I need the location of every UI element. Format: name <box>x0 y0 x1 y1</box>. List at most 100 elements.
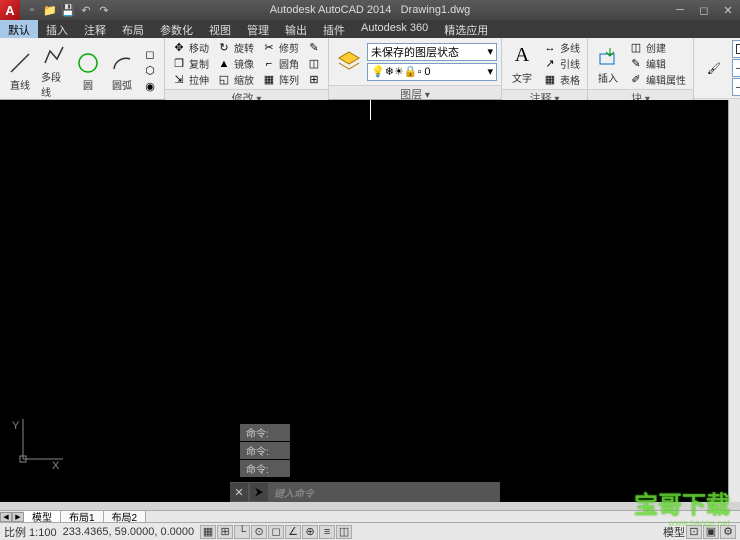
leader-button[interactable]: ↗引线 <box>540 56 583 71</box>
qp-toggle[interactable]: ◫ <box>336 525 352 539</box>
draw-misc3[interactable]: ◉ <box>140 79 160 94</box>
rotate-button[interactable]: ↻旋转 <box>214 40 257 55</box>
trim-button[interactable]: ✂修剪 <box>259 40 302 55</box>
command-input[interactable]: 键入命令 <box>274 485 500 500</box>
fillet-button[interactable]: ⌐圆角 <box>259 56 302 71</box>
copy-button[interactable]: ❐复制 <box>169 56 212 71</box>
grid-toggle[interactable]: ⊞ <box>217 525 233 539</box>
qat-undo-icon[interactable]: ↶ <box>78 2 94 18</box>
tab-output[interactable]: 输出 <box>277 20 315 38</box>
model-tabs-bar: ◀ ▶ 模型 布局1 布局2 <box>0 510 740 522</box>
layer-current-combo[interactable]: 💡❄☀🔒▫ 0▾ <box>367 63 497 81</box>
tab-annotate[interactable]: 注释 <box>76 20 114 38</box>
tab-layout1[interactable]: 布局1 <box>61 511 104 523</box>
tab-parametric[interactable]: 参数化 <box>152 20 201 38</box>
tab-scroll-right[interactable]: ▶ <box>12 512 24 522</box>
tab-plugins[interactable]: 插件 <box>315 20 353 38</box>
snap-toggle[interactable]: ▦ <box>200 525 216 539</box>
block-edit-button[interactable]: ✎编辑 <box>626 56 689 71</box>
statusbar: 比例 1:100 233.4365, 59.0000, 0.0000 ▦ ⊞ └… <box>0 522 740 540</box>
scale-button[interactable]: ◱缩放 <box>214 72 257 87</box>
line-button[interactable]: 直线 <box>4 48 36 94</box>
mline-button[interactable]: ↔多线 <box>540 40 583 55</box>
layers-icon <box>336 49 362 75</box>
window-title: Autodesk AutoCAD 2014 Drawing1.dwg <box>270 4 471 16</box>
tab-scroll-left[interactable]: ◀ <box>0 512 12 522</box>
maximize-button[interactable]: ◻ <box>692 2 716 18</box>
trim-icon: ✂ <box>262 41 276 55</box>
polyline-button[interactable]: 多段线 <box>38 40 70 101</box>
qat-save-icon[interactable]: 💾 <box>60 2 76 18</box>
tab-layout2[interactable]: 布局2 <box>104 511 147 523</box>
tab-a360[interactable]: Autodesk 360 <box>353 20 436 38</box>
tab-manage[interactable]: 管理 <box>239 20 277 38</box>
mirror-icon: ▲ <box>217 57 231 71</box>
dyn-toggle[interactable]: ⊕ <box>302 525 318 539</box>
panel-modify: ✥移动 ❐复制 ⇲拉伸 ↻旋转 ▲镜像 ◱缩放 ✂修剪 ⌐圆角 ▦阵列 ✎ ◫ … <box>165 38 329 99</box>
array-icon: ▦ <box>262 73 276 87</box>
table-button[interactable]: ▦表格 <box>540 72 583 87</box>
layer-state-combo[interactable]: 未保存的图层状态▾ <box>367 43 497 61</box>
layer-properties-button[interactable] <box>333 47 365 77</box>
insert-block-button[interactable]: 插入 <box>592 41 624 87</box>
mirror-button[interactable]: ▲镜像 <box>214 56 257 71</box>
ribbon-tabs: 默认 插入 注释 布局 参数化 视图 管理 输出 插件 Autodesk 360… <box>0 20 740 38</box>
polyline-icon <box>41 42 67 68</box>
tab-default[interactable]: 默认 <box>0 20 38 38</box>
viewcube[interactable] <box>682 108 722 148</box>
block-editattr-button[interactable]: ✐编辑属性 <box>626 72 689 87</box>
watermark-url: www.baoge.net <box>668 518 730 528</box>
watermark: 宝哥下载 <box>634 485 730 520</box>
tab-featured[interactable]: 精选应用 <box>436 20 496 38</box>
ortho-toggle[interactable]: └ <box>234 525 250 539</box>
draw-misc2[interactable]: ⬡ <box>140 63 160 78</box>
polar-toggle[interactable]: ⊙ <box>251 525 267 539</box>
scale-icon: ◱ <box>217 73 231 87</box>
modify-misc3[interactable]: ⊞ <box>304 72 324 87</box>
modify-misc1[interactable]: ✎ <box>304 40 324 55</box>
cursor-icon <box>370 100 371 120</box>
ribbon: 直线 多段线 圆 圆弧 ◻ ⬡ ◉ 绘图 ▾ <box>0 38 740 100</box>
circle-icon <box>75 50 101 76</box>
block-create-button[interactable]: ◫创建 <box>626 40 689 55</box>
minimize-button[interactable]: ─ <box>668 2 692 18</box>
tab-layout[interactable]: 布局 <box>114 20 152 38</box>
lineweight-combo[interactable]: ———ByLayer▾ <box>732 59 740 77</box>
panel-properties: 🖌 ByLayer▾ ———ByLayer▾ ———ByLayer▾ 特性 ▾ <box>694 38 740 99</box>
otrack-toggle[interactable]: ∠ <box>285 525 301 539</box>
drawing-canvas[interactable]: Y X 命令: 命令: 命令: ✕ ⮞ 键入命令 <box>0 100 740 502</box>
vertical-scrollbar[interactable] <box>728 100 740 502</box>
cmd-close-button[interactable]: ✕ <box>230 483 248 501</box>
lwt-toggle[interactable]: ≡ <box>319 525 335 539</box>
draw-misc1[interactable]: ◻ <box>140 47 160 62</box>
match-props-button[interactable]: 🖌 <box>698 53 730 83</box>
command-history: 命令: 命令: 命令: <box>240 424 290 478</box>
qat-open-icon[interactable]: 📁 <box>42 2 58 18</box>
linetype-combo[interactable]: ———ByLayer▾ <box>732 78 740 96</box>
color-combo[interactable]: ByLayer▾ <box>732 40 740 58</box>
move-button[interactable]: ✥移动 <box>169 40 212 55</box>
tab-model[interactable]: 模型 <box>24 511 61 523</box>
modify-misc2[interactable]: ◫ <box>304 56 324 71</box>
circle-button[interactable]: 圆 <box>72 48 104 94</box>
panel-block: 插入 ◫创建 ✎编辑 ✐编辑属性 块 ▾ <box>588 38 694 99</box>
osnap-toggle[interactable]: ◻ <box>268 525 284 539</box>
status-scale[interactable]: 比例 1:100 <box>4 524 57 540</box>
text-button[interactable]: A 文字 <box>506 41 538 87</box>
panel-layers-label: 图层 ▾ <box>329 85 501 99</box>
app-logo[interactable]: A <box>0 0 20 20</box>
qat-new-icon[interactable]: ▫ <box>24 2 40 18</box>
panel-layers: 未保存的图层状态▾ 💡❄☀🔒▫ 0▾ 图层 ▾ <box>329 38 502 99</box>
qat-redo-icon[interactable]: ↷ <box>96 2 112 18</box>
stretch-button[interactable]: ⇲拉伸 <box>169 72 212 87</box>
titlebar: A ▫ 📁 💾 ↶ ↷ Autodesk AutoCAD 2014 Drawin… <box>0 0 740 20</box>
tab-insert[interactable]: 插入 <box>38 20 76 38</box>
command-bar: ✕ ⮞ 键入命令 <box>230 482 500 502</box>
move-icon: ✥ <box>172 41 186 55</box>
text-icon: A <box>509 43 535 69</box>
tab-view[interactable]: 视图 <box>201 20 239 38</box>
close-button[interactable]: ✕ <box>716 2 740 18</box>
layer-status-icons: 💡❄☀🔒▫ <box>371 65 421 78</box>
array-button[interactable]: ▦阵列 <box>259 72 302 87</box>
arc-button[interactable]: 圆弧 <box>106 48 138 94</box>
